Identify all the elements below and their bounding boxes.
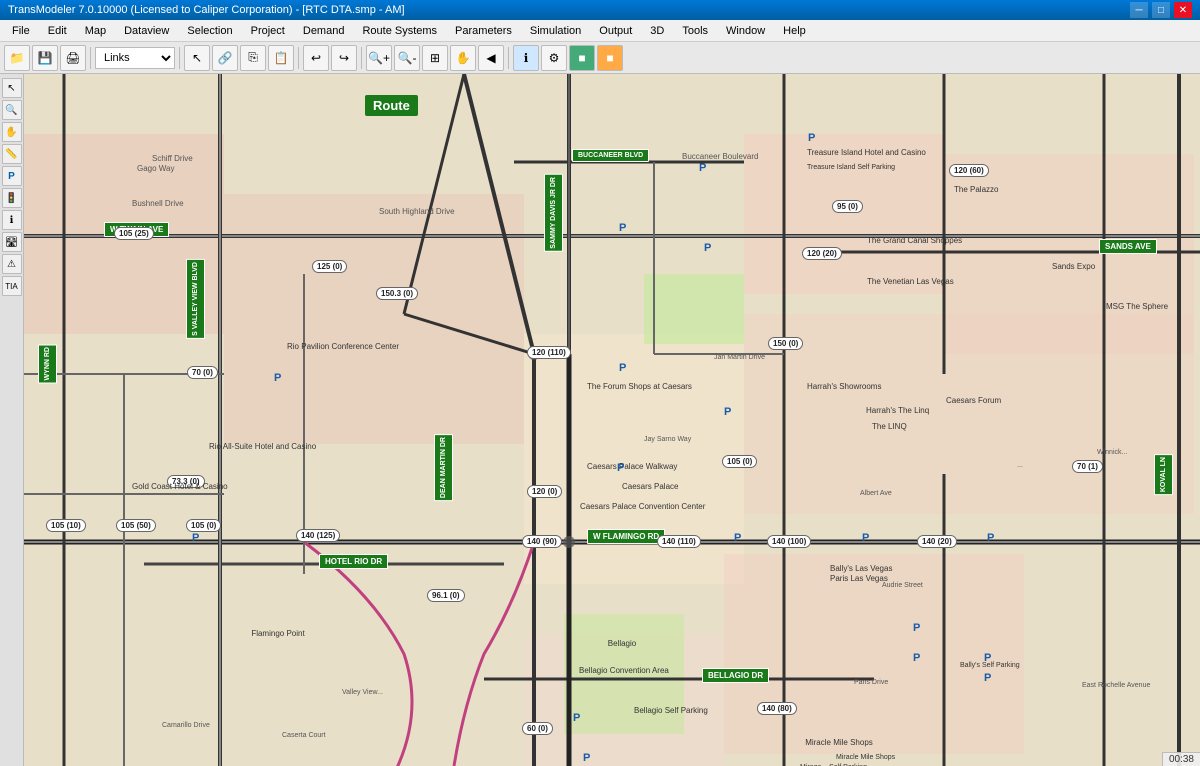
status-time: 00:38 (1169, 754, 1194, 765)
menu-tools[interactable]: Tools (674, 23, 716, 39)
select-btn[interactable]: ↖ (184, 45, 210, 71)
paste-btn[interactable]: 📋 (268, 45, 294, 71)
menu-map[interactable]: Map (77, 23, 114, 39)
titlebar-controls: ─ □ ✕ (1130, 2, 1192, 18)
menu-3d[interactable]: 3D (642, 23, 672, 39)
menu-dataview[interactable]: Dataview (116, 23, 177, 39)
tool-signal[interactable]: 🚦 (2, 188, 22, 208)
tool-measure[interactable]: 📏 (2, 144, 22, 164)
tool-pan[interactable]: ✋ (2, 122, 22, 142)
road-label-sands: SANDS AVE (1099, 239, 1157, 254)
road-label-dean-martin: DEAN MARTIN DR (434, 434, 453, 501)
menu-parameters[interactable]: Parameters (447, 23, 520, 39)
zoom-in-btn[interactable]: 🔍+ (366, 45, 392, 71)
sep5 (508, 47, 509, 69)
tool-route[interactable]: 🛣 (2, 232, 22, 252)
menu-edit[interactable]: Edit (40, 23, 75, 39)
road-label-buccaneer: BUCCANEER BLVD (572, 149, 649, 162)
menubar: File Edit Map Dataview Selection Project… (0, 20, 1200, 42)
link-btn[interactable]: 🔗 (212, 45, 238, 71)
road-label-sammy-davis: SAMMY DAVIS JR DR (544, 174, 563, 252)
layer-dropdown[interactable]: Links Nodes Zones (95, 47, 175, 69)
menu-selection[interactable]: Selection (179, 23, 240, 39)
menu-file[interactable]: File (4, 23, 38, 39)
back-btn[interactable]: ◀ (478, 45, 504, 71)
print-button[interactable]: 🖨 (60, 45, 86, 71)
save-button[interactable]: 💾 (32, 45, 58, 71)
menu-route-systems[interactable]: Route Systems (354, 23, 445, 39)
close-button[interactable]: ✕ (1174, 2, 1192, 18)
road-label-hotel-rio: HOTEL RIO DR (319, 554, 388, 569)
titlebar: TransModeler 7.0.10000 (Licensed to Cali… (0, 0, 1200, 20)
road-label-valley-view: S VALLEY VIEW BLVD (186, 259, 205, 339)
menu-demand[interactable]: Demand (295, 23, 353, 39)
tool-warning[interactable]: ⚠ (2, 254, 22, 274)
route-label: Route (365, 95, 418, 116)
road-label-wynn: WYNN RD (38, 344, 57, 383)
map-area[interactable]: W TWAIN AVE W FLAMINGO RD HOTEL RIO DR W… (24, 74, 1200, 766)
sep4 (361, 47, 362, 69)
color2-btn[interactable]: ■ (597, 45, 623, 71)
tool-zoom[interactable]: 🔍 (2, 100, 22, 120)
pan-btn[interactable]: ✋ (450, 45, 476, 71)
menu-help[interactable]: Help (775, 23, 814, 39)
copy-btn[interactable]: ⎘ (240, 45, 266, 71)
map-svg (24, 74, 1200, 766)
menu-output[interactable]: Output (591, 23, 640, 39)
sep1 (90, 47, 91, 69)
minimize-button[interactable]: ─ (1130, 2, 1148, 18)
menu-project[interactable]: Project (243, 23, 293, 39)
color1-btn[interactable]: ■ (569, 45, 595, 71)
road-label-flamingo: W FLAMINGO RD (587, 529, 665, 544)
statusbar: 00:38 (1162, 752, 1200, 766)
info-btn[interactable]: ℹ (513, 45, 539, 71)
redo-btn[interactable]: ↪ (331, 45, 357, 71)
toolbar: 📁 💾 🖨 Links Nodes Zones ↖ 🔗 ⎘ 📋 ↩ ↪ 🔍+ 🔍… (0, 42, 1200, 74)
road-label-koval: KOVAL LN (1154, 454, 1173, 495)
left-sidebar: ↖ 🔍 ✋ 📏 P 🚦 ℹ 🛣 ⚠ TIA (0, 74, 24, 766)
open-button[interactable]: 📁 (4, 45, 30, 71)
maximize-button[interactable]: □ (1152, 2, 1170, 18)
road-label-bellagio: BELLAGIO DR (702, 668, 769, 683)
road-label-twain: W TWAIN AVE (104, 222, 169, 237)
sep3 (298, 47, 299, 69)
main-content: ↖ 🔍 ✋ 📏 P 🚦 ℹ 🛣 ⚠ TIA (0, 74, 1200, 766)
zoom-out-btn[interactable]: 🔍- (394, 45, 420, 71)
tool-info[interactable]: ℹ (2, 210, 22, 230)
title-text: TransModeler 7.0.10000 (Licensed to Cali… (8, 4, 405, 16)
sep2 (179, 47, 180, 69)
menu-window[interactable]: Window (718, 23, 773, 39)
settings-btn[interactable]: ⚙ (541, 45, 567, 71)
tool-pointer[interactable]: ↖ (2, 78, 22, 98)
tool-tia[interactable]: TIA (2, 276, 22, 296)
tool-p[interactable]: P (2, 166, 22, 186)
menu-simulation[interactable]: Simulation (522, 23, 589, 39)
zoom-fit-btn[interactable]: ⊞ (422, 45, 448, 71)
undo-btn[interactable]: ↩ (303, 45, 329, 71)
